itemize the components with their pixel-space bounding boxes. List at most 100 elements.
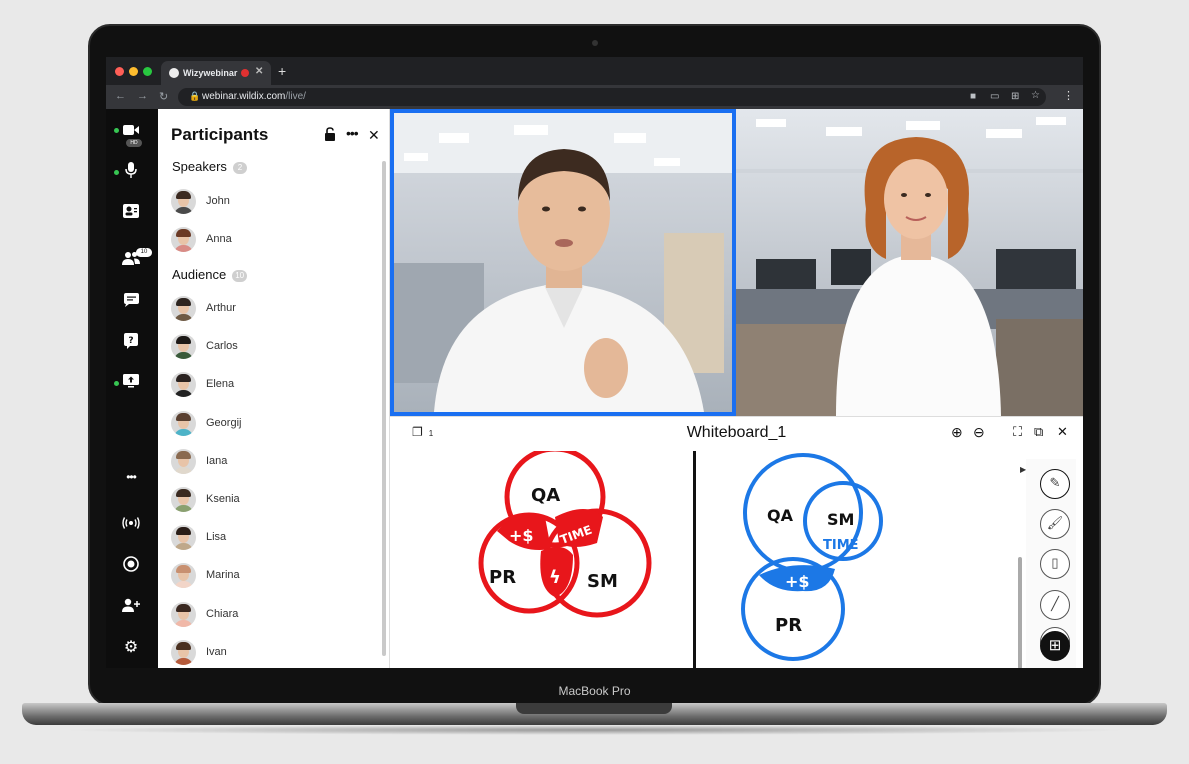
participant-row[interactable]: Georgij	[171, 410, 361, 437]
participant-row[interactable]: Carlos	[171, 334, 361, 360]
window-maximize-button[interactable]	[143, 67, 152, 76]
chat-icon[interactable]	[120, 292, 142, 312]
camera-status-dot	[114, 128, 119, 133]
participant-row[interactable]: Iana	[171, 448, 361, 475]
lock-icon: 🔒	[189, 91, 201, 101]
fullscreen-icon[interactable]: ⧉	[1034, 424, 1043, 440]
audience-label: Audience	[172, 267, 227, 282]
brush-tool-icon[interactable]: 🖌	[1040, 509, 1070, 539]
microphone-icon[interactable]	[120, 162, 142, 182]
tab-close-icon[interactable]: ✕	[255, 66, 263, 77]
participant-row[interactable]: Lisa	[171, 525, 361, 551]
browser-tab[interactable]: Wizywebinar ✕	[161, 61, 271, 85]
forward-arrow-icon[interactable]: →	[137, 90, 148, 102]
highlighter-tool-icon[interactable]: ▯	[1040, 549, 1070, 579]
address-bar[interactable]: 🔒 webinar.wildix.com/live/ ■ ▭ ⊞ ☆	[178, 88, 1046, 106]
whiteboard-scrollbar[interactable]	[1018, 557, 1022, 668]
avatar	[171, 525, 196, 551]
avatar	[171, 639, 196, 665]
cast-icon[interactable]: ▭	[990, 91, 999, 102]
bookmark-star-icon[interactable]: ☆	[1031, 90, 1040, 101]
avatar	[171, 296, 196, 321]
address-url-path: /live/	[285, 91, 306, 102]
line-tool-icon[interactable]: ╱	[1040, 590, 1070, 620]
whiteboard: ❐ 1 Whiteboard_1 ⊕ ⊖ ⛶ ⧉ ✕ QA PR SM +$ T…	[390, 416, 1083, 668]
broadcast-icon[interactable]	[120, 514, 142, 534]
participant-row[interactable]: Elena	[171, 372, 361, 398]
speakers-section-header: Speakers 2	[172, 159, 247, 174]
video-tile-speaker-1[interactable]	[390, 109, 736, 416]
svg-text:+$: +$	[509, 526, 534, 545]
audience-count-badge: 10	[232, 269, 248, 282]
participant-row[interactable]: Marina	[171, 563, 361, 589]
panel-more-icon[interactable]: •••	[346, 125, 359, 141]
audience-section-header: Audience 10	[172, 267, 248, 282]
avatar	[171, 563, 196, 589]
tab-title: Wizywebinar	[183, 68, 238, 78]
browser-menu-icon[interactable]: ⋮	[1063, 89, 1074, 102]
participant-name: John	[206, 195, 230, 207]
panel-scrollbar[interactable]	[382, 161, 386, 656]
participant-name: Georgij	[206, 416, 242, 429]
left-toolbar: HD 10 ? ••• ⚙	[106, 109, 158, 668]
svg-text:TIME: TIME	[823, 538, 859, 553]
participant-row[interactable]: Ksenia	[171, 487, 361, 513]
participant-row[interactable]: Anna	[171, 227, 361, 253]
pencil-tool-icon[interactable]: ✎	[1040, 469, 1070, 499]
video-tile-speaker-2[interactable]	[736, 109, 1083, 416]
whiteboard-close-icon[interactable]: ✕	[1057, 424, 1068, 440]
fit-screen-icon[interactable]: ⛶	[1013, 424, 1022, 440]
webcam	[592, 40, 598, 46]
avatar	[171, 372, 196, 398]
whiteboard-canvas[interactable]: QA PR SM +$ TIME ϟ QA SM TIME +$ PR	[437, 446, 981, 665]
participant-name: Carlos	[206, 340, 238, 353]
panel-close-icon[interactable]: ✕	[368, 127, 380, 144]
screen: Wizywebinar ✕ + ← → ↻ 🔒 webinar.wildix.c…	[106, 57, 1083, 668]
participants-panel: Participants ••• ✕ Speakers 2 John Anna Au…	[158, 109, 390, 668]
questions-icon[interactable]: ?	[120, 333, 142, 353]
reload-icon[interactable]: ↻	[159, 90, 168, 103]
participant-row[interactable]: John	[171, 189, 361, 215]
laptop-shadow	[60, 725, 1130, 735]
invite-user-icon[interactable]	[120, 597, 142, 617]
participant-row[interactable]: Ivan	[171, 639, 361, 666]
window-close-button[interactable]	[115, 67, 124, 76]
settings-gear-icon[interactable]: ⚙	[120, 638, 142, 658]
participant-name: Iana	[206, 454, 228, 467]
more-options-icon[interactable]: •••	[120, 467, 142, 487]
svg-text:QA: QA	[767, 506, 794, 525]
svg-text:PR: PR	[775, 615, 802, 636]
avatar	[171, 601, 196, 627]
whiteboard-drawing: QA PR SM +$ TIME ϟ QA SM TIME +$ PR	[478, 446, 883, 661]
record-icon[interactable]	[120, 556, 142, 576]
participant-name: Chiara	[206, 607, 239, 620]
camera-icon[interactable]	[120, 121, 142, 141]
svg-text:SM: SM	[587, 571, 618, 592]
participant-name: Arthur	[206, 302, 236, 314]
recording-indicator-icon	[241, 69, 249, 77]
participant-name: Ivan	[206, 645, 227, 658]
back-arrow-icon[interactable]: ←	[115, 90, 126, 102]
unlock-icon[interactable]	[324, 127, 336, 144]
camera-permission-icon[interactable]: ■	[970, 91, 976, 102]
blue-venn-diagram: QA SM TIME +$ PR	[741, 453, 883, 661]
svg-text:ϟ: ϟ	[549, 567, 561, 588]
address-url: webinar.wildix.com/live/	[202, 91, 306, 102]
contacts-icon[interactable]	[120, 203, 142, 223]
webinar-app: HD 10 ? ••• ⚙ Participants ••• ✕ Speaker…	[106, 109, 1083, 668]
whiteboard-divider-line	[693, 451, 696, 668]
zoom-out-icon[interactable]: ⊖	[973, 424, 985, 441]
svg-text:PR: PR	[489, 567, 516, 588]
window-minimize-button[interactable]	[129, 67, 138, 76]
avatar	[171, 448, 196, 474]
avatar	[171, 334, 196, 360]
zoom-in-icon[interactable]: ⊕	[951, 424, 963, 441]
participant-row[interactable]: Chiara	[171, 601, 361, 628]
hd-badge: HD	[126, 139, 142, 147]
layout-grid-button[interactable]: ⊞	[1040, 631, 1070, 661]
participant-row[interactable]: Arthur	[171, 296, 361, 322]
extension-icon[interactable]: ⊞	[1011, 91, 1019, 102]
new-tab-button[interactable]: +	[278, 63, 286, 79]
participant-name: Lisa	[206, 531, 227, 544]
screen-share-icon[interactable]	[120, 373, 142, 393]
